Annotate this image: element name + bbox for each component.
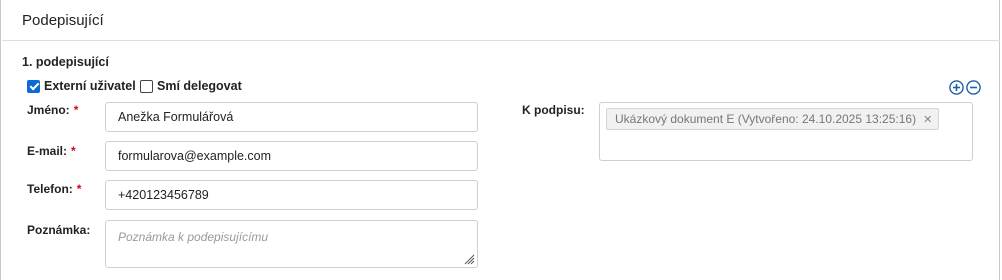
note-textarea[interactable]: Poznámka k podepisujícímu bbox=[105, 220, 478, 268]
external-user-label[interactable]: Externí uživatel bbox=[44, 79, 136, 93]
may-delegate-label[interactable]: Smí delegovat bbox=[157, 79, 242, 93]
note-label: Poznámka: bbox=[27, 223, 91, 237]
external-user-checkbox[interactable] bbox=[27, 79, 40, 93]
signer-heading: 1. podepisující bbox=[22, 55, 109, 69]
phone-input[interactable]: +420123456789 bbox=[105, 180, 478, 210]
email-input[interactable]: formularova@example.com bbox=[105, 141, 478, 171]
add-signer-icon[interactable] bbox=[949, 80, 964, 95]
name-label: Jméno: * bbox=[27, 103, 79, 117]
selected-document-tag: Ukázkový dokument E (Vytvořeno: 24.10.20… bbox=[606, 108, 940, 130]
note-placeholder: Poznámka k podepisujícímu bbox=[118, 230, 269, 244]
to-sign-multiselect[interactable]: Ukázkový dokument E (Vytvořeno: 24.10.20… bbox=[599, 102, 973, 161]
name-input[interactable]: Anežka Formulářová bbox=[105, 102, 478, 132]
required-marker: * bbox=[73, 103, 79, 117]
panel-title: Podepisující bbox=[22, 12, 104, 29]
remove-tag-icon[interactable]: ✕ bbox=[923, 113, 932, 126]
selected-document-label: Ukázkový dokument E (Vytvořeno: 24.10.20… bbox=[615, 112, 917, 126]
required-marker: * bbox=[71, 144, 76, 158]
email-label: E-mail: * bbox=[27, 144, 76, 158]
may-delegate-checkbox[interactable] bbox=[140, 79, 153, 93]
panel-header: Podepisující bbox=[2, 0, 1000, 41]
required-marker: * bbox=[76, 182, 82, 196]
may-delegate-checkbox-row[interactable]: Smí delegovat bbox=[140, 78, 242, 94]
phone-label: Telefon: * bbox=[27, 182, 82, 196]
remove-signer-icon[interactable] bbox=[966, 80, 981, 95]
resize-grip-icon[interactable] bbox=[464, 254, 475, 265]
external-user-checkbox-row[interactable]: Externí uživatel bbox=[27, 78, 136, 94]
to-sign-label: K podpisu: bbox=[522, 103, 585, 117]
signers-panel: Podepisující 1. podepisující Externí uži… bbox=[0, 0, 1000, 280]
